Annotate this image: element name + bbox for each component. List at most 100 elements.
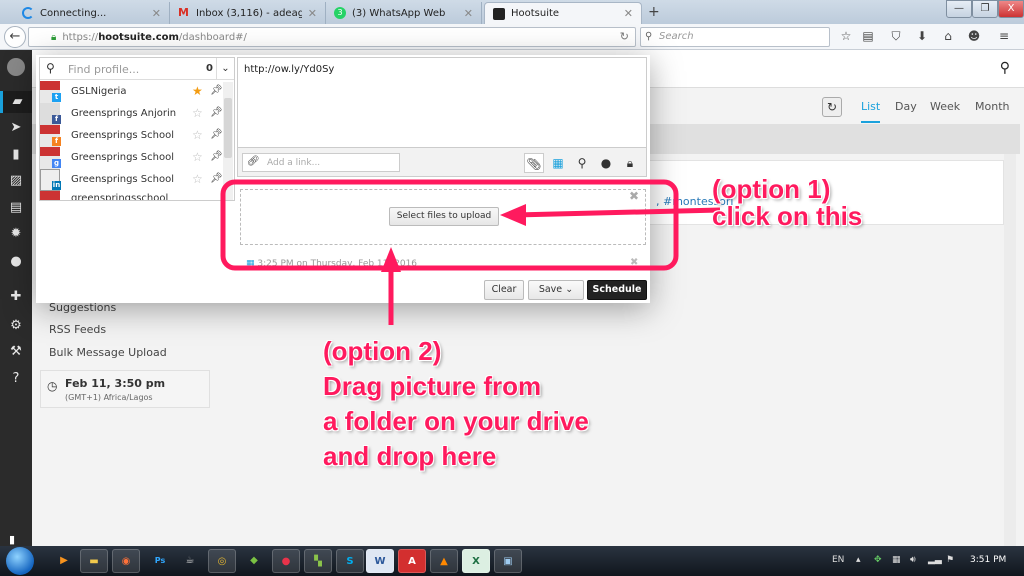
hootsuite-owl-icon[interactable] (7, 58, 25, 76)
reading-list-icon[interactable]: ▤ (860, 29, 876, 43)
profile-row[interactable]: t GSLNigeria ★ 📌︎ (40, 81, 223, 103)
close-icon[interactable]: ✖ (629, 189, 639, 203)
star-icon[interactable]: ★ (192, 84, 203, 98)
reload-icon[interactable]: ↻ (620, 30, 629, 43)
tab-list[interactable]: List (861, 100, 881, 123)
help-icon[interactable]: ? (0, 368, 32, 390)
chevron-down-icon[interactable]: ⌄ (216, 58, 234, 80)
restore-button[interactable]: ❐ (972, 0, 998, 18)
select-files-button[interactable]: Select files to upload (389, 207, 499, 226)
tab-hootsuite[interactable]: Hootsuite ✕ (484, 2, 642, 24)
skype-icon[interactable]: S (336, 549, 364, 573)
tray-expand-icon[interactable]: ▴ (856, 555, 861, 565)
pin-icon[interactable]: 📌︎ (210, 173, 223, 184)
vlc-icon[interactable]: ▲ (430, 549, 458, 573)
start-button[interactable] (6, 547, 34, 575)
globe-icon[interactable]: ● (596, 153, 616, 173)
close-tab-icon[interactable]: ✕ (308, 7, 317, 20)
star-icon[interactable]: ☆ (192, 172, 203, 186)
tab-day[interactable]: Day (895, 100, 917, 113)
schedule-time[interactable]: ▦ 3:25 PM on Thursday, Feb 11, 2016 (246, 259, 417, 269)
star-icon[interactable]: ☆ (192, 150, 203, 164)
folders-icon[interactable]: ▚ (304, 549, 332, 573)
streams-icon[interactable]: ▰ (0, 91, 32, 113)
find-profile-input[interactable]: Find profile... (68, 63, 139, 76)
close-tab-icon[interactable]: ✕ (624, 7, 633, 20)
analytics-icon[interactable]: ▮ (0, 144, 32, 166)
profile-row[interactable]: f Greensprings School ☆ 📌︎ (40, 125, 223, 147)
home-icon[interactable]: ⌂ (940, 29, 956, 43)
steam-cup-icon[interactable]: ☕︎ (176, 549, 204, 573)
profile-list-scrollbar[interactable] (223, 82, 233, 200)
tab-whatsapp[interactable]: 3 (3) WhatsApp Web ✕ (326, 2, 482, 24)
star-icon[interactable]: ☆ (192, 128, 203, 142)
pin-icon[interactable]: 📌︎ (210, 151, 223, 162)
close-tab-icon[interactable]: ✕ (152, 7, 161, 20)
contacts-icon[interactable]: ● (0, 251, 32, 273)
chrome-icon[interactable]: ◎ (208, 549, 236, 573)
app-red-icon[interactable]: ● (272, 549, 300, 573)
refresh-button[interactable]: ↻ (822, 97, 842, 117)
clear-button[interactable]: Clear (484, 280, 524, 300)
volume-icon[interactable]: 🔊︎ (910, 555, 916, 565)
settings-icon[interactable]: ⚙ (0, 315, 32, 337)
menu-rss-feeds[interactable]: RSS Feeds (49, 323, 106, 336)
word-icon[interactable]: W (366, 549, 394, 573)
close-tab-icon[interactable]: ✕ (464, 7, 473, 20)
language-indicator[interactable]: EN (832, 555, 844, 565)
pin-icon[interactable]: 📌︎ (210, 107, 223, 118)
assignments-icon[interactable]: ▤ (0, 197, 32, 219)
tab-week[interactable]: Week (930, 100, 960, 113)
profile-row[interactable]: g Greensprings School ☆ 📌︎ (40, 147, 223, 169)
system-clock[interactable]: 3:51 PM (970, 555, 1006, 565)
downloads-icon[interactable]: ⬇ (914, 29, 930, 43)
pin-icon[interactable]: 📌︎ (210, 85, 223, 96)
tab-connecting[interactable]: Connecting... ✕ (14, 2, 170, 24)
firefox-icon[interactable]: ◉ (112, 549, 140, 573)
tab-gmail[interactable]: M Inbox (3,116) - adeagboob... ✕ (170, 2, 326, 24)
tray-app-icon[interactable]: ▦ (892, 555, 901, 565)
close-icon[interactable]: ✖ (630, 257, 638, 268)
publisher-icon[interactable]: ➤ (0, 117, 32, 139)
url-bar[interactable]: 🔒︎ https://hootsuite.com/dashboard#/ ↻ (28, 27, 636, 47)
star-icon[interactable]: ☆ (192, 106, 203, 120)
browser-search-input[interactable]: ⚲ Search (640, 27, 830, 47)
menu-icon[interactable]: ≡ (996, 29, 1012, 43)
window-app-icon[interactable]: ▣ (494, 549, 522, 573)
close-window-button[interactable]: X (998, 0, 1024, 18)
back-button[interactable]: ← (4, 26, 26, 48)
bookmark-star-icon[interactable]: ☆ (838, 29, 854, 43)
action-center-flag-icon[interactable]: ⚑ (946, 555, 954, 565)
minimize-button[interactable]: — (946, 0, 972, 18)
file-drop-zone[interactable]: Select files to upload (240, 189, 646, 245)
network-signal-icon[interactable]: ▂▃ (928, 555, 942, 565)
profile-row[interactable]: f Greensprings Anjorin ☆ 📌︎ (40, 103, 223, 125)
new-tab-button[interactable]: + (648, 4, 660, 20)
schedule-button[interactable]: Schedule (587, 280, 647, 300)
menu-bulk-message-upload[interactable]: Bulk Message Upload (49, 346, 167, 359)
media-player-icon[interactable]: ▶ (50, 549, 78, 573)
evernote-icon[interactable]: ◆ (240, 549, 268, 573)
tools-icon[interactable]: ⚒ (0, 341, 32, 363)
attachment-icon[interactable]: 📎︎ (524, 153, 544, 173)
contests-icon[interactable]: ✹ (0, 223, 32, 245)
scrollbar-thumb[interactable] (224, 98, 232, 158)
chat-icon[interactable]: ☻ (966, 29, 982, 43)
find-profile-row[interactable]: ⚲ Find profile... 0 ⌄ (40, 58, 234, 80)
main-scrollbar[interactable] (1004, 154, 1016, 546)
profile-row[interactable]: greenspringsschool (40, 191, 220, 200)
profile-row[interactable]: in Greensprings School ☆ 📌︎ (40, 169, 223, 191)
photoshop-icon[interactable]: Ps (146, 549, 174, 573)
tab-month[interactable]: Month (975, 100, 1009, 113)
dropbox-icon[interactable]: ✥ (874, 555, 882, 565)
pin-icon[interactable]: 📌︎ (210, 129, 223, 140)
acrobat-icon[interactable]: A (398, 549, 426, 573)
add-link-input[interactable]: 🔗︎ Add a link... (242, 153, 400, 172)
excel-icon[interactable]: X (462, 549, 490, 573)
apps-icon[interactable]: ✚ (0, 286, 32, 308)
lock-icon[interactable]: 🔒︎ (620, 153, 640, 173)
file-explorer-icon[interactable]: ▬ (80, 549, 108, 573)
campaigns-icon[interactable]: ▨ (0, 170, 32, 192)
logout-icon[interactable]: ▮ (9, 533, 15, 546)
save-button[interactable]: Save ⌄ (528, 280, 584, 300)
